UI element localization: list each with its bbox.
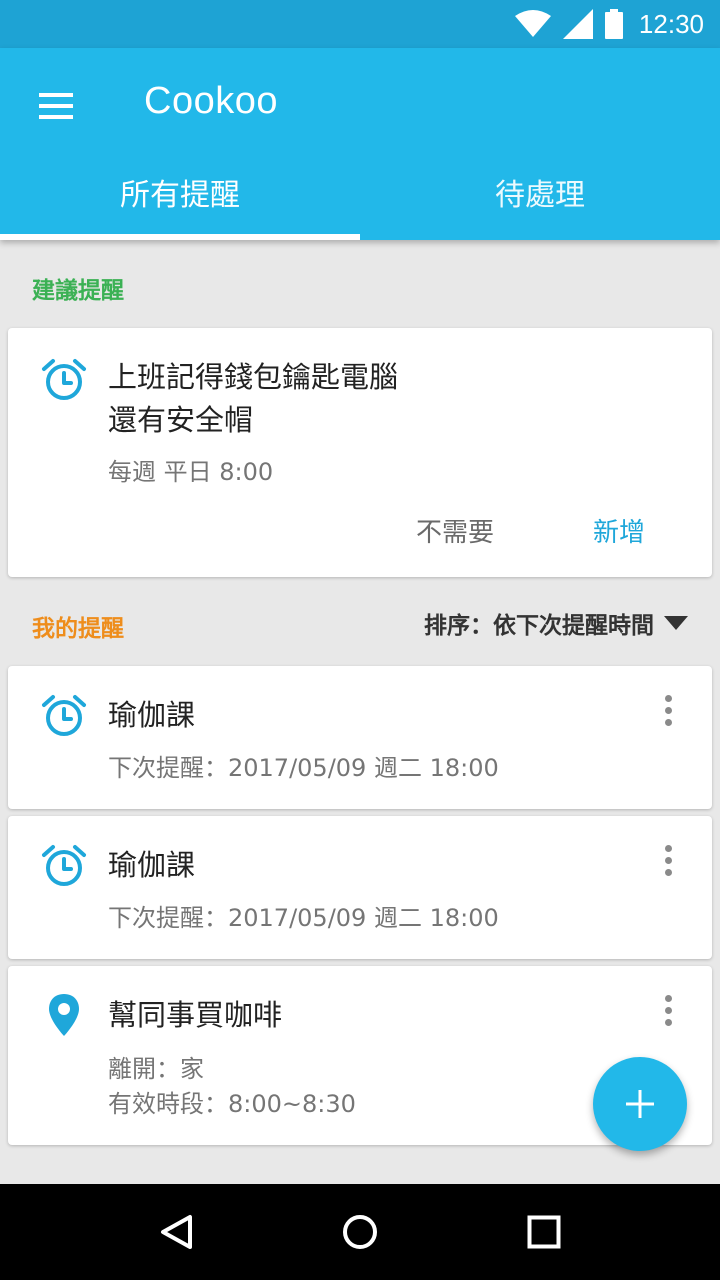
suggested-title-line1: 上班記得錢包鑰匙電腦 xyxy=(108,360,399,394)
recents-icon[interactable] xyxy=(512,1200,576,1264)
reminder-next-time: 下次提醒：2017/05/09 週二 18:00 xyxy=(108,904,499,932)
tab-indicator xyxy=(0,234,360,240)
dropdown-arrow-icon xyxy=(664,616,688,630)
tab-pending[interactable]: 待處理 xyxy=(360,144,720,240)
signal-icon xyxy=(562,9,593,39)
tab-bar: 所有提醒 待處理 xyxy=(0,144,720,240)
status-time: 12:30 xyxy=(638,8,704,39)
home-icon[interactable] xyxy=(328,1200,392,1264)
battery-icon xyxy=(604,9,623,39)
more-options-icon[interactable] xyxy=(652,686,684,734)
sort-dropdown[interactable]: 排序：依下次提醒時間 xyxy=(424,606,688,640)
suggested-schedule: 每週 平日 8:00 xyxy=(108,458,274,486)
my-reminders-section-label: 我的提醒 xyxy=(32,616,124,642)
reminder-card[interactable]: 瑜伽課 下次提醒：2017/05/09 週二 18:00 xyxy=(8,816,712,959)
reminder-title: 幫同事買咖啡 xyxy=(108,998,283,1032)
add-suggestion-button[interactable]: 新增 xyxy=(593,512,645,549)
add-reminder-fab[interactable] xyxy=(593,1057,687,1151)
dismiss-button[interactable]: 不需要 xyxy=(416,512,494,549)
location-pin-icon xyxy=(49,994,79,1036)
status-bar: 12:30 xyxy=(0,0,720,48)
reminder-next-time: 下次提醒：2017/05/09 週二 18:00 xyxy=(108,754,499,782)
reminder-leave-location: 離開：家 xyxy=(108,1055,204,1083)
reminder-card[interactable]: 瑜伽課 下次提醒：2017/05/09 週二 18:00 xyxy=(8,666,712,809)
more-options-icon[interactable] xyxy=(652,836,684,884)
suggested-reminder-card[interactable]: 上班記得錢包鑰匙電腦 還有安全帽 每週 平日 8:00 不需要 新增 xyxy=(8,328,712,577)
plus-icon xyxy=(626,1090,654,1118)
more-options-icon[interactable] xyxy=(652,986,684,1034)
sort-label: 排序：依下次提醒時間 xyxy=(424,613,654,639)
app-title: Cookoo xyxy=(144,80,278,122)
back-icon[interactable] xyxy=(144,1200,208,1264)
content-area: 建議提醒 上班記得錢包鑰匙電腦 還有安全帽 每週 平日 8:00 不需要 新增 … xyxy=(0,240,720,1184)
reminder-title: 瑜伽課 xyxy=(108,698,196,732)
status-icons: 12:30 xyxy=(514,8,704,40)
tab-all-reminders[interactable]: 所有提醒 xyxy=(0,144,360,240)
app-bar: Cookoo 所有提醒 待處理 xyxy=(0,48,720,240)
suggested-title-line2: 還有安全帽 xyxy=(108,403,254,437)
reminder-title: 瑜伽課 xyxy=(108,848,196,882)
alarm-clock-icon xyxy=(42,845,86,886)
system-nav-bar xyxy=(0,1184,720,1280)
wifi-icon xyxy=(514,10,551,37)
alarm-clock-icon xyxy=(42,359,86,400)
alarm-clock-icon xyxy=(42,695,86,736)
reminder-valid-period: 有效時段：8:00~8:30 xyxy=(108,1090,356,1118)
hamburger-menu-icon[interactable] xyxy=(24,78,88,134)
suggested-section-label: 建議提醒 xyxy=(32,278,124,304)
